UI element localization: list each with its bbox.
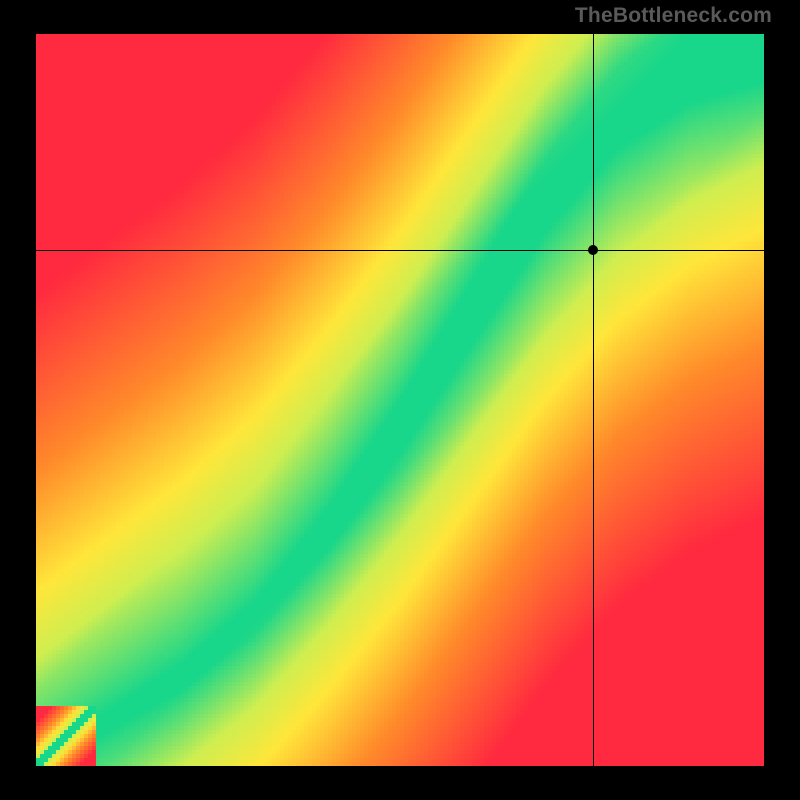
marker-dot [588, 245, 598, 255]
chart-container: TheBottleneck.com [0, 0, 800, 800]
plot-area [36, 34, 764, 766]
attribution-label: TheBottleneck.com [575, 4, 772, 28]
bottleneck-heatmap [36, 34, 764, 766]
crosshair-vertical [593, 34, 594, 766]
crosshair-horizontal [36, 250, 764, 251]
